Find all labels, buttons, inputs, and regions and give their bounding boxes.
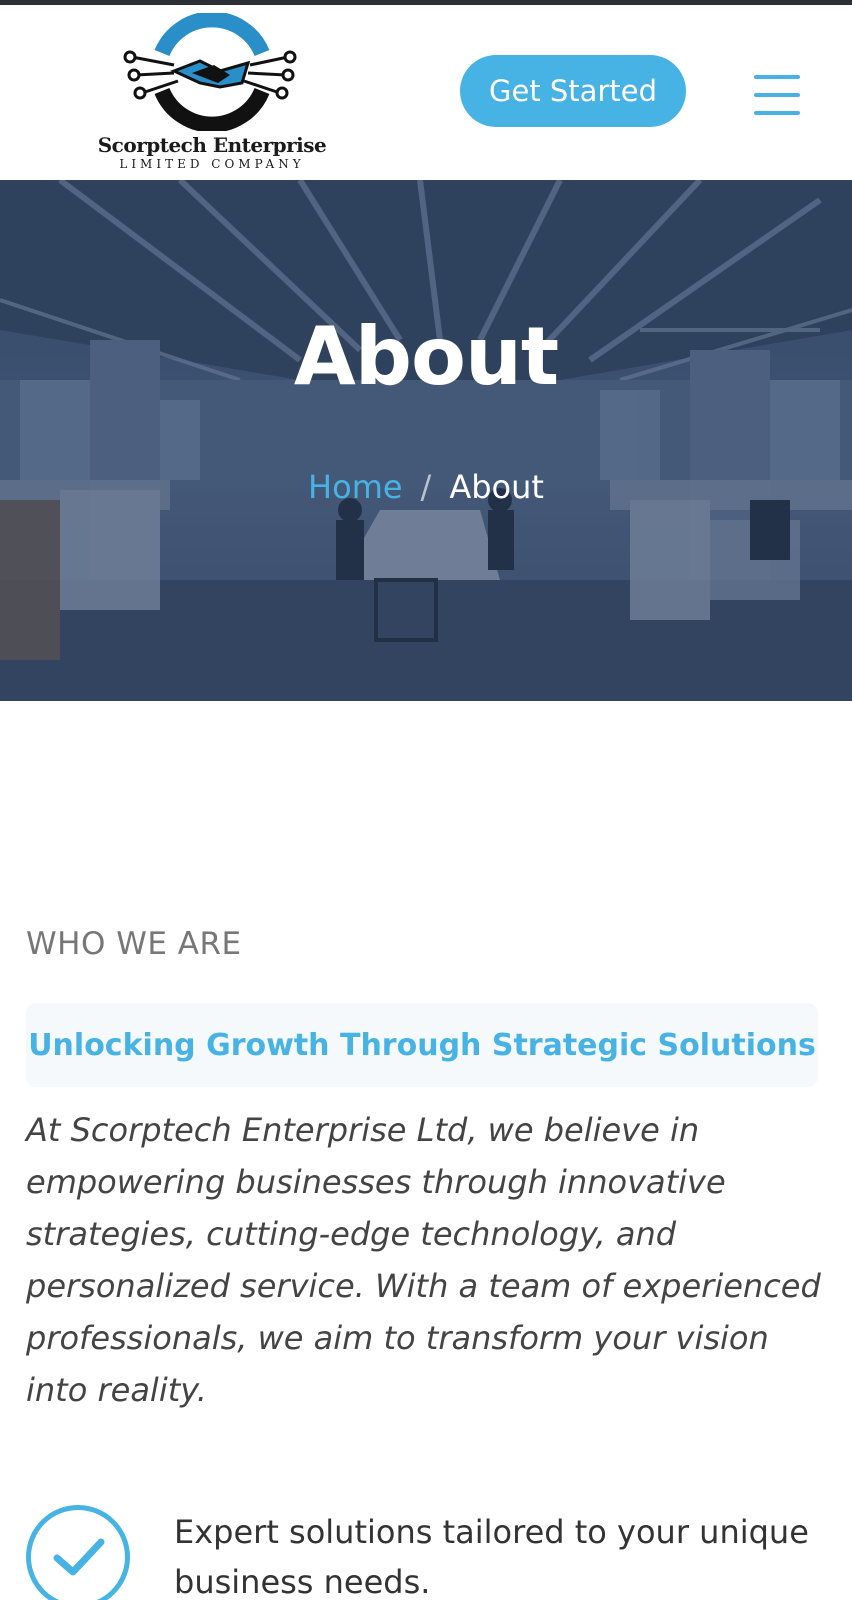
- checkmark-icon: [53, 1538, 105, 1576]
- intro-paragraph: At Scorptech Enterprise Ltd, we believe …: [26, 1111, 821, 1409]
- hero-banner: About Home / About: [0, 180, 852, 701]
- handshake-circuit-logo-icon: [123, 13, 297, 131]
- logo-subtitle: LIMITED COMPANY: [119, 157, 305, 171]
- feature-text: Expert solutions tailored to your unique…: [174, 1513, 809, 1600]
- get-started-button[interactable]: Get Started: [460, 55, 686, 127]
- hero-overlay: [0, 180, 852, 701]
- check-circle-icon: [26, 1505, 130, 1600]
- logo[interactable]: Scorptech Enterprise LIMITED COMPANY: [92, 13, 332, 173]
- site-header: Scorptech Enterprise LIMITED COMPANY Get…: [0, 5, 852, 180]
- page-title: About: [293, 310, 559, 403]
- breadcrumb-home-link[interactable]: Home: [308, 468, 403, 506]
- breadcrumb-current: About: [449, 468, 544, 506]
- section-eyebrow: WHO WE ARE: [26, 926, 242, 962]
- logo-name: Scorptech Enterprise: [97, 133, 327, 157]
- breadcrumb-separator: /: [420, 468, 432, 506]
- breadcrumb: Home / About: [0, 468, 852, 506]
- feature-item: Expert solutions tailored to your unique…: [26, 1505, 852, 1600]
- section-heading-box: Unlocking Growth Through Strategic Solut…: [26, 1003, 818, 1087]
- section-heading: Unlocking Growth Through Strategic Solut…: [28, 1027, 816, 1063]
- hamburger-menu-icon[interactable]: [754, 75, 800, 115]
